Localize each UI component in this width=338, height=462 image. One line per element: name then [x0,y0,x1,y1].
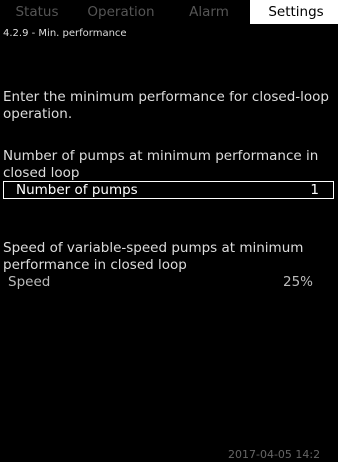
instruction-line-2: operation. [3,106,73,122]
tab-alarm[interactable]: Alarm [168,0,250,24]
date-time: 2017-04-05 14:2 [228,448,321,461]
pumps-heading-line-2: closed loop [3,165,80,181]
tab-operation[interactable]: Operation [74,0,168,24]
number-of-pumps-field[interactable]: Number of pumps 1 [3,181,334,199]
speed-heading-line-1: Speed of variable-speed pumps at minimum [3,240,304,256]
tab-bar: Status Operation Alarm Settings [0,0,338,24]
tab-settings[interactable]: Settings [250,0,338,24]
number-of-pumps-label: Number of pumps [16,182,138,198]
tab-status[interactable]: Status [0,0,74,24]
speed-value: 25% [282,274,313,290]
speed-field[interactable]: Speed 25% [3,274,334,292]
pumps-heading-line-1: Number of pumps at minimum performance i… [3,148,319,164]
speed-heading-line-2: performance in closed loop [3,257,187,273]
screen-title: 4.2.9 - Min. performance [3,28,127,39]
speed-label: Speed [8,274,51,290]
instruction-line-1: Enter the minimum performance for closed… [3,89,329,105]
number-of-pumps-value: 1 [310,182,319,198]
